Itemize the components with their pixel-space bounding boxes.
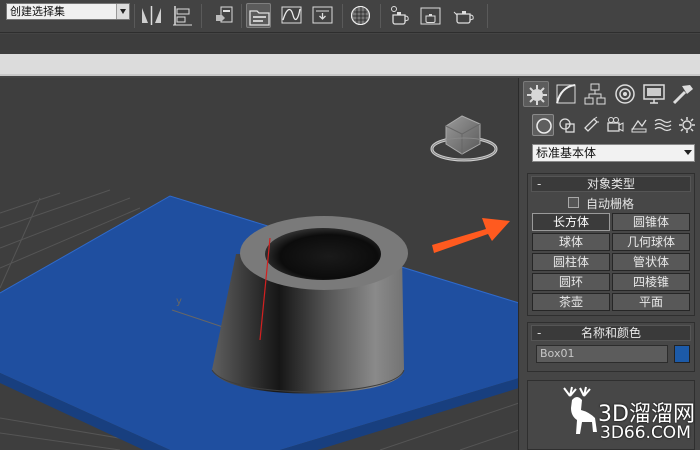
chevron-down-icon[interactable] bbox=[684, 150, 692, 155]
ribbon-strip bbox=[0, 54, 700, 76]
autogrid-checkbox[interactable] bbox=[568, 197, 579, 208]
material-editor-icon[interactable] bbox=[348, 3, 373, 28]
toolbar-strip bbox=[0, 34, 700, 54]
pyramid-button[interactable]: 四棱锥 bbox=[612, 273, 690, 291]
rendered-frame-icon[interactable] bbox=[418, 3, 443, 28]
cameras-category-icon[interactable] bbox=[604, 114, 626, 136]
mirror-icon[interactable] bbox=[139, 3, 164, 28]
toolbar-separator bbox=[380, 4, 381, 28]
tube-button[interactable]: 管状体 bbox=[612, 253, 690, 271]
named-selection-set-value: 创建选择集 bbox=[10, 5, 65, 18]
viewcube[interactable] bbox=[430, 115, 498, 162]
name-and-color-rollout-header[interactable]: - 名称和颜色 bbox=[531, 325, 691, 341]
collapse-icon[interactable]: - bbox=[537, 177, 541, 191]
chevron-down-icon[interactable] bbox=[116, 4, 129, 19]
primitive-type-value: 标准基本体 bbox=[536, 146, 597, 160]
cylinder-button[interactable]: 圆柱体 bbox=[532, 253, 610, 271]
geosphere-button[interactable]: 几何球体 bbox=[612, 233, 690, 251]
torus-button[interactable]: 圆环 bbox=[532, 273, 610, 291]
primitive-type-dropdown[interactable]: 标准基本体 bbox=[532, 144, 695, 162]
toolbar-separator bbox=[134, 4, 135, 28]
utilities-tab-icon[interactable] bbox=[670, 81, 696, 107]
toolbar-separator bbox=[241, 4, 242, 28]
toolbar-separator bbox=[342, 4, 343, 28]
main-toolbar: 创建选择集 bbox=[0, 0, 700, 33]
shapes-category-icon[interactable] bbox=[556, 114, 578, 136]
modify-tab-icon[interactable] bbox=[553, 81, 579, 107]
object-type-rollout: - 对象类型 自动栅格 长方体 圆锥体 球体 几何球体 圆柱体 管状体 圆环 四… bbox=[527, 173, 695, 316]
site-watermark: 3D溜溜网 3D66.COM bbox=[520, 382, 700, 450]
object-color-swatch[interactable] bbox=[674, 345, 690, 363]
named-selection-set-dropdown[interactable]: 创建选择集 bbox=[6, 3, 130, 20]
plane-button[interactable]: 平面 bbox=[612, 293, 690, 311]
collapse-icon[interactable]: - bbox=[537, 326, 541, 340]
scene-explorer-icon[interactable] bbox=[246, 3, 271, 28]
create-tab-icon[interactable] bbox=[523, 81, 549, 107]
curve-editor-icon[interactable] bbox=[279, 3, 304, 28]
hierarchy-tab-icon[interactable] bbox=[582, 81, 608, 107]
object-name-field[interactable]: Box01 bbox=[536, 345, 668, 363]
motion-tab-icon[interactable] bbox=[612, 81, 638, 107]
systems-category-icon[interactable] bbox=[676, 114, 698, 136]
lights-category-icon[interactable] bbox=[580, 114, 602, 136]
object-type-rollout-header[interactable]: - 对象类型 bbox=[531, 176, 691, 192]
autogrid-label: 自动栅格 bbox=[586, 197, 635, 211]
align-icon[interactable] bbox=[170, 3, 195, 28]
annotation-arrow bbox=[432, 218, 510, 253]
helpers-category-icon[interactable] bbox=[628, 114, 650, 136]
perspective-viewport[interactable]: y x bbox=[0, 78, 519, 450]
object-type-title: 对象类型 bbox=[586, 177, 635, 191]
name-and-color-rollout: - 名称和颜色 Box01 bbox=[527, 322, 695, 372]
name-and-color-title: 名称和颜色 bbox=[580, 326, 641, 340]
watermark-domain: 3D66.COM bbox=[600, 423, 691, 443]
space-warps-category-icon[interactable] bbox=[652, 114, 674, 136]
toolbar-separator bbox=[201, 4, 202, 28]
render-icon[interactable] bbox=[452, 3, 477, 28]
toolbar-separator bbox=[487, 4, 488, 28]
autogrid-row: 自动栅格 bbox=[528, 194, 694, 212]
cone-button[interactable]: 圆锥体 bbox=[612, 213, 690, 231]
sphere-button[interactable]: 球体 bbox=[532, 233, 610, 251]
teapot-button[interactable]: 茶壶 bbox=[532, 293, 610, 311]
render-setup-icon[interactable] bbox=[387, 3, 412, 28]
layer-manager-icon[interactable] bbox=[212, 3, 237, 28]
display-tab-icon[interactable] bbox=[641, 81, 667, 107]
box-button[interactable]: 长方体 bbox=[532, 213, 610, 231]
geometry-category-icon[interactable] bbox=[532, 114, 554, 136]
gizmo-axis-y: y bbox=[176, 296, 182, 307]
schematic-view-icon[interactable] bbox=[310, 3, 335, 28]
